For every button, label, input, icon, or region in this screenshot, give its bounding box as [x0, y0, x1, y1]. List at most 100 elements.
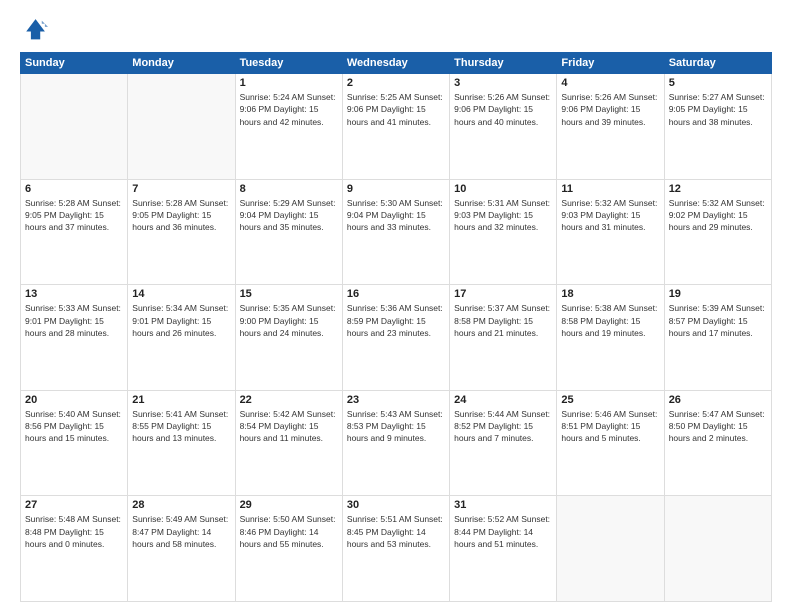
col-header-saturday: Saturday [664, 53, 771, 74]
calendar-cell: 20 Sunrise: 5:40 AM Sunset: 8:56 PM Dayli… [21, 390, 128, 496]
day-detail: Sunrise: 5:25 AM Sunset: 9:06 PM Dayligh… [347, 91, 445, 128]
day-detail: Sunrise: 5:38 AM Sunset: 8:58 PM Dayligh… [561, 302, 659, 339]
day-number: 24 [454, 394, 552, 406]
day-detail: Sunrise: 5:30 AM Sunset: 9:04 PM Dayligh… [347, 197, 445, 234]
day-detail: Sunrise: 5:46 AM Sunset: 8:51 PM Dayligh… [561, 408, 659, 445]
day-detail: Sunrise: 5:48 AM Sunset: 8:48 PM Dayligh… [25, 513, 123, 550]
calendar-cell [557, 496, 664, 602]
calendar-cell: 1 Sunrise: 5:24 AM Sunset: 9:06 PM Daylig… [235, 74, 342, 180]
day-number: 20 [25, 394, 123, 406]
col-header-sunday: Sunday [21, 53, 128, 74]
day-detail: Sunrise: 5:32 AM Sunset: 9:03 PM Dayligh… [561, 197, 659, 234]
day-detail: Sunrise: 5:24 AM Sunset: 9:06 PM Dayligh… [240, 91, 338, 128]
day-number: 18 [561, 288, 659, 300]
day-number: 13 [25, 288, 123, 300]
day-number: 21 [132, 394, 230, 406]
day-number: 11 [561, 183, 659, 195]
day-detail: Sunrise: 5:39 AM Sunset: 8:57 PM Dayligh… [669, 302, 767, 339]
calendar-cell: 4 Sunrise: 5:26 AM Sunset: 9:06 PM Daylig… [557, 74, 664, 180]
day-detail: Sunrise: 5:51 AM Sunset: 8:45 PM Dayligh… [347, 513, 445, 550]
day-number: 27 [25, 499, 123, 511]
calendar-cell: 13 Sunrise: 5:33 AM Sunset: 9:01 PM Dayli… [21, 285, 128, 391]
day-number: 29 [240, 499, 338, 511]
header [20, 16, 772, 44]
day-detail: Sunrise: 5:49 AM Sunset: 8:47 PM Dayligh… [132, 513, 230, 550]
day-detail: Sunrise: 5:40 AM Sunset: 8:56 PM Dayligh… [25, 408, 123, 445]
day-number: 10 [454, 183, 552, 195]
calendar-cell: 15 Sunrise: 5:35 AM Sunset: 9:00 PM Dayli… [235, 285, 342, 391]
day-number: 2 [347, 77, 445, 89]
calendar-cell [664, 496, 771, 602]
day-detail: Sunrise: 5:31 AM Sunset: 9:03 PM Dayligh… [454, 197, 552, 234]
day-detail: Sunrise: 5:41 AM Sunset: 8:55 PM Dayligh… [132, 408, 230, 445]
calendar-cell: 12Sunrise: 5:32 AM Sunset: 9:02 PM Dayli… [664, 179, 771, 285]
calendar-header-row: SundayMondayTuesdayWednesdayThursdayFrid… [21, 53, 772, 74]
day-number: 6 [25, 183, 123, 195]
day-number: 12 [669, 183, 767, 195]
calendar-table: SundayMondayTuesdayWednesdayThursdayFrid… [20, 52, 772, 602]
day-number: 31 [454, 499, 552, 511]
day-number: 9 [347, 183, 445, 195]
calendar-cell: 11 Sunrise: 5:32 AM Sunset: 9:03 PM Dayli… [557, 179, 664, 285]
day-number: 5 [669, 77, 767, 89]
day-number: 3 [454, 77, 552, 89]
day-detail: Sunrise: 5:26 AM Sunset: 9:06 PM Dayligh… [561, 91, 659, 128]
calendar-week-2: 6 Sunrise: 5:28 AM Sunset: 9:05 PM Daylig… [21, 179, 772, 285]
day-detail: Sunrise: 5:34 AM Sunset: 9:01 PM Dayligh… [132, 302, 230, 339]
calendar-cell: 31 Sunrise: 5:52 AM Sunset: 8:44 PM Dayli… [450, 496, 557, 602]
col-header-wednesday: Wednesday [342, 53, 449, 74]
day-detail: Sunrise: 5:50 AM Sunset: 8:46 PM Dayligh… [240, 513, 338, 550]
day-detail: Sunrise: 5:27 AM Sunset: 9:05 PM Dayligh… [669, 91, 767, 128]
calendar-week-3: 13 Sunrise: 5:33 AM Sunset: 9:01 PM Dayli… [21, 285, 772, 391]
calendar-week-1: 1 Sunrise: 5:24 AM Sunset: 9:06 PM Daylig… [21, 74, 772, 180]
day-number: 19 [669, 288, 767, 300]
day-number: 22 [240, 394, 338, 406]
day-number: 1 [240, 77, 338, 89]
day-number: 28 [132, 499, 230, 511]
calendar-cell: 19 Sunrise: 5:39 AM Sunset: 8:57 PM Dayli… [664, 285, 771, 391]
calendar-cell: 3 Sunrise: 5:26 AM Sunset: 9:06 PM Daylig… [450, 74, 557, 180]
day-number: 25 [561, 394, 659, 406]
col-header-tuesday: Tuesday [235, 53, 342, 74]
day-number: 26 [669, 394, 767, 406]
day-detail: Sunrise: 5:33 AM Sunset: 9:01 PM Dayligh… [25, 302, 123, 339]
calendar-cell: 27 Sunrise: 5:48 AM Sunset: 8:48 PM Dayli… [21, 496, 128, 602]
calendar-cell: 7Sunrise: 5:28 AM Sunset: 9:05 PM Daylig… [128, 179, 235, 285]
day-detail: Sunrise: 5:28 AM Sunset: 9:05 PM Dayligh… [132, 197, 230, 234]
calendar-cell [128, 74, 235, 180]
calendar-cell: 29 Sunrise: 5:50 AM Sunset: 8:46 PM Dayli… [235, 496, 342, 602]
day-detail: Sunrise: 5:28 AM Sunset: 9:05 PM Dayligh… [25, 197, 123, 234]
day-detail: Sunrise: 5:36 AM Sunset: 8:59 PM Dayligh… [347, 302, 445, 339]
day-number: 16 [347, 288, 445, 300]
day-detail: Sunrise: 5:52 AM Sunset: 8:44 PM Dayligh… [454, 513, 552, 550]
day-detail: Sunrise: 5:42 AM Sunset: 8:54 PM Dayligh… [240, 408, 338, 445]
day-number: 23 [347, 394, 445, 406]
calendar-cell: 6 Sunrise: 5:28 AM Sunset: 9:05 PM Daylig… [21, 179, 128, 285]
calendar-week-4: 20 Sunrise: 5:40 AM Sunset: 8:56 PM Dayli… [21, 390, 772, 496]
day-detail: Sunrise: 5:37 AM Sunset: 8:58 PM Dayligh… [454, 302, 552, 339]
calendar-week-5: 27 Sunrise: 5:48 AM Sunset: 8:48 PM Dayli… [21, 496, 772, 602]
day-detail: Sunrise: 5:47 AM Sunset: 8:50 PM Dayligh… [669, 408, 767, 445]
calendar-cell: 2 Sunrise: 5:25 AM Sunset: 9:06 PM Daylig… [342, 74, 449, 180]
calendar-cell: 25 Sunrise: 5:46 AM Sunset: 8:51 PM Dayli… [557, 390, 664, 496]
day-number: 17 [454, 288, 552, 300]
calendar-cell: 10 Sunrise: 5:31 AM Sunset: 9:03 PM Dayli… [450, 179, 557, 285]
day-number: 14 [132, 288, 230, 300]
day-detail: Sunrise: 5:29 AM Sunset: 9:04 PM Dayligh… [240, 197, 338, 234]
calendar-cell: 22 Sunrise: 5:42 AM Sunset: 8:54 PM Dayli… [235, 390, 342, 496]
day-detail: Sunrise: 5:26 AM Sunset: 9:06 PM Dayligh… [454, 91, 552, 128]
col-header-thursday: Thursday [450, 53, 557, 74]
calendar-cell: 9 Sunrise: 5:30 AM Sunset: 9:04 PM Daylig… [342, 179, 449, 285]
calendar-cell: 16 Sunrise: 5:36 AM Sunset: 8:59 PM Dayli… [342, 285, 449, 391]
calendar-cell: 8Sunrise: 5:29 AM Sunset: 9:04 PM Daylig… [235, 179, 342, 285]
calendar-cell [21, 74, 128, 180]
calendar-cell: 14 Sunrise: 5:34 AM Sunset: 9:01 PM Dayli… [128, 285, 235, 391]
calendar-cell: 5 Sunrise: 5:27 AM Sunset: 9:05 PM Daylig… [664, 74, 771, 180]
day-detail: Sunrise: 5:35 AM Sunset: 9:00 PM Dayligh… [240, 302, 338, 339]
calendar-cell: 26 Sunrise: 5:47 AM Sunset: 8:50 PM Dayli… [664, 390, 771, 496]
col-header-monday: Monday [128, 53, 235, 74]
day-number: 15 [240, 288, 338, 300]
day-number: 4 [561, 77, 659, 89]
calendar-cell: 17 Sunrise: 5:37 AM Sunset: 8:58 PM Dayli… [450, 285, 557, 391]
col-header-friday: Friday [557, 53, 664, 74]
